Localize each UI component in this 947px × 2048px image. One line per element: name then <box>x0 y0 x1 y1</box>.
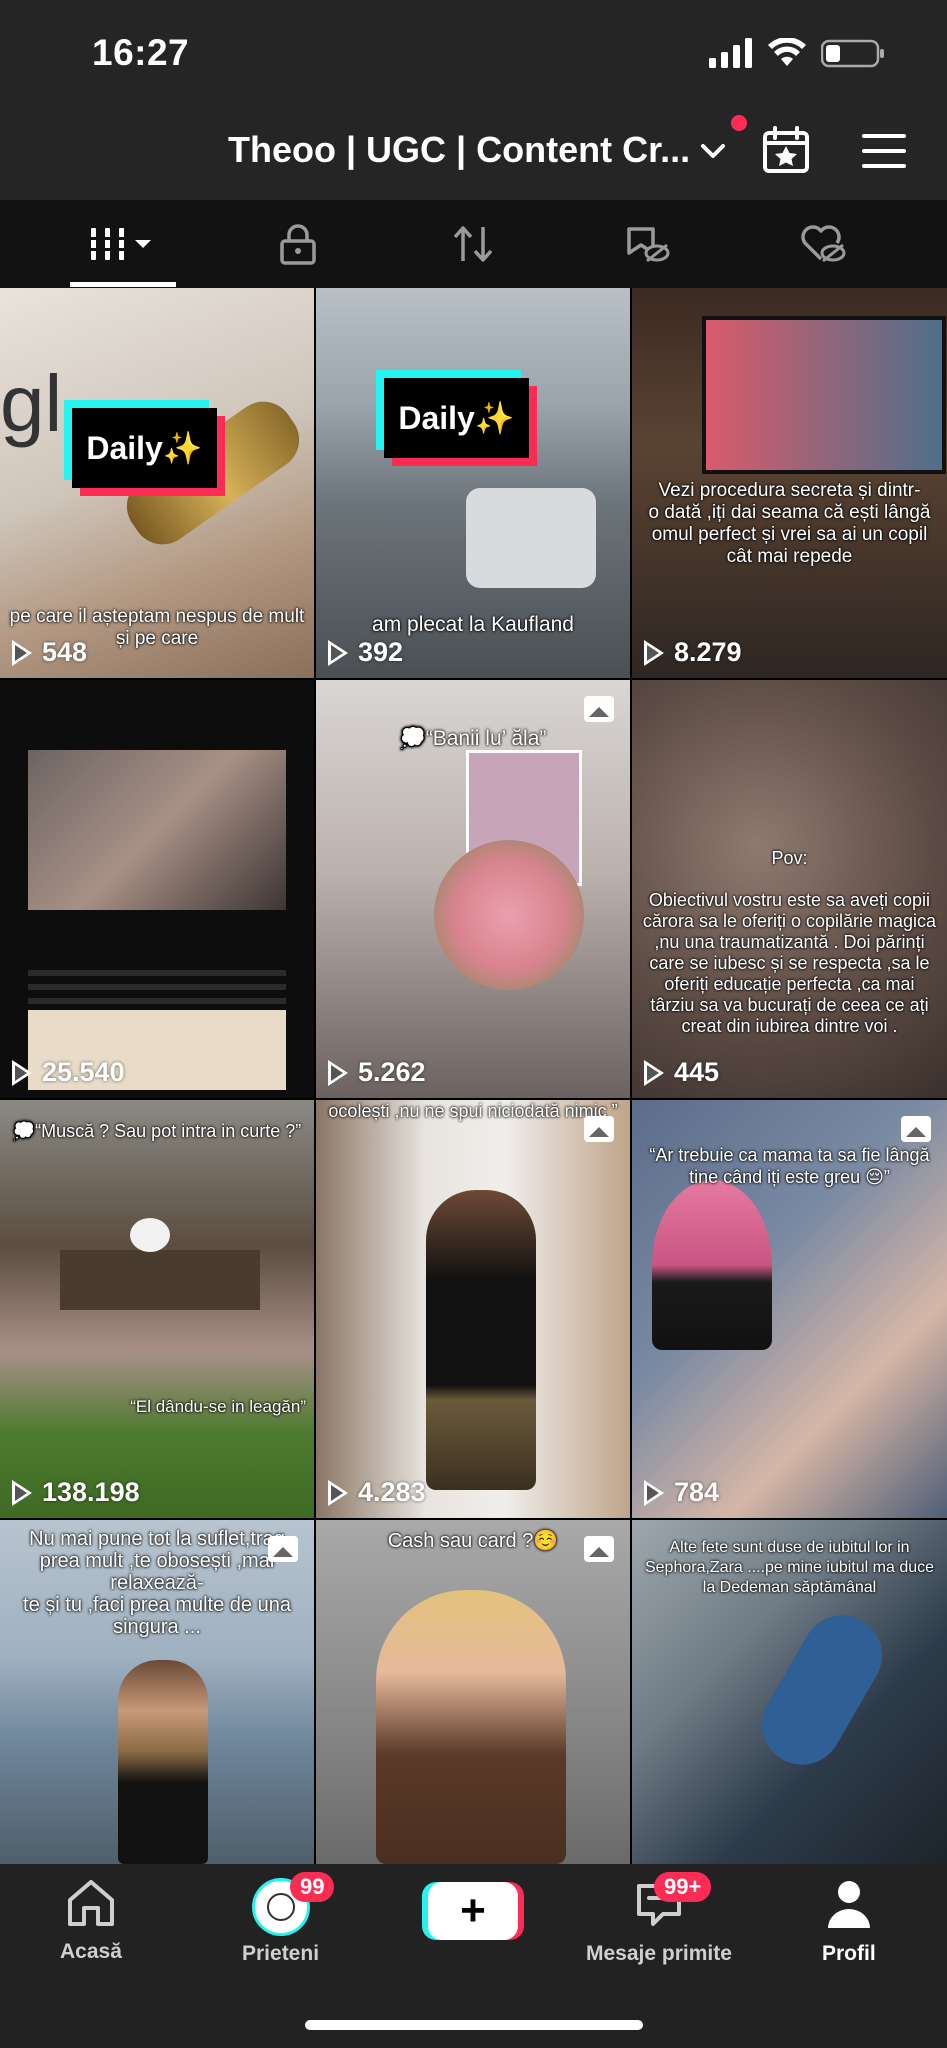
tv-screen <box>702 316 946 474</box>
ice-cream <box>652 1180 772 1350</box>
daily-label: Daily✨ <box>384 378 529 458</box>
view-count: 4.283 <box>328 1477 426 1508</box>
photo-caption: Nu mai pune tot la suflet,trag prea mult… <box>23 1528 291 1638</box>
photo-caption: 💭“Banii lu’ ăla” <box>399 727 547 750</box>
screenshot-image <box>28 750 286 910</box>
status-time: 16:27 <box>92 32 190 73</box>
wifi-icon <box>768 38 806 66</box>
status-icons <box>709 38 885 68</box>
view-count: 5.262 <box>328 1057 426 1088</box>
video-thumbnail[interactable]: gl Daily✨ pe care il așteptam nespus de … <box>0 288 314 678</box>
photo-thumbnail[interactable]: Cash sau card ?☺️ <box>316 1520 630 1864</box>
photo-thumbnail[interactable]: ocolești ,nu ne spui niciodată nimic ” 4… <box>316 1100 630 1518</box>
person <box>376 1590 566 1864</box>
video-thumbnail[interactable]: Daily✨ am plecat la Kaufland 392 <box>316 288 630 678</box>
view-count: 445 <box>644 1057 719 1088</box>
nav-profile[interactable]: Profil <box>822 1878 876 1966</box>
dog <box>130 1218 170 1252</box>
play-icon <box>644 639 664 666</box>
cellular-signal-icon <box>709 38 752 68</box>
home-icon <box>67 1880 114 1926</box>
view-count: 784 <box>644 1477 719 1508</box>
person <box>426 1190 536 1490</box>
nav-inbox-label: Mesaje primite <box>586 1942 732 1965</box>
video-caption: Pov: Obiectivul vostru este sa aveți cop… <box>642 848 937 1036</box>
view-count: 548 <box>12 637 87 668</box>
photo-icon <box>584 1536 614 1562</box>
view-count: 25.540 <box>12 1057 125 1088</box>
grid-icon <box>87 228 151 260</box>
tab-reposts[interactable] <box>393 200 553 288</box>
photo-icon <box>584 696 614 722</box>
repost-icon <box>453 226 493 262</box>
tab-private[interactable] <box>218 200 378 288</box>
battery-icon <box>821 39 884 68</box>
rose-bouquet <box>434 840 584 990</box>
photo-icon <box>268 1536 298 1562</box>
video-caption: am plecat la Kaufland <box>372 613 574 636</box>
video-caption: Vezi procedura secreta și dintr- o dată … <box>648 480 931 567</box>
brand-letters: gl <box>0 359 63 448</box>
play-icon <box>328 1479 348 1506</box>
video-thumbnail[interactable]: 25.540 <box>0 680 314 1098</box>
notification-dot <box>731 115 747 131</box>
create-post-button[interactable]: + <box>428 1882 518 1940</box>
profile-icon <box>827 1881 870 1928</box>
active-tab-indicator <box>70 282 176 287</box>
photo-caption: Cash sau card ?☺️ <box>387 1530 559 1552</box>
video-caption: 💭“Muscă ? Sau pot intra in curte ?” <box>12 1121 302 1141</box>
lock-icon <box>280 224 316 265</box>
calendar-star-icon[interactable] <box>762 126 810 174</box>
car <box>466 488 596 588</box>
bookmark-hidden-icon <box>627 227 670 263</box>
play-icon <box>644 1479 664 1506</box>
tab-favorites[interactable] <box>568 200 728 288</box>
play-icon <box>12 639 32 666</box>
play-icon <box>644 1059 664 1086</box>
play-icon <box>328 1059 348 1086</box>
view-count: 138.198 <box>12 1477 140 1508</box>
swing-bench <box>60 1250 260 1310</box>
video-caption-2: “El dându-se in leagăn” <box>130 1397 306 1416</box>
photo-thumbnail[interactable]: Nu mai pune tot la suflet,trag prea mult… <box>0 1520 314 1864</box>
chevron-down-icon[interactable] <box>700 143 726 161</box>
home-indicator <box>305 2020 643 2030</box>
photo-thumbnail[interactable]: 💭“Banii lu’ ăla” 5.262 <box>316 680 630 1098</box>
status-bar: 16:27 <box>0 0 947 105</box>
photo-caption: “Ar trebuie ca mama ta sa fie lângă tine… <box>649 1145 930 1187</box>
account-switcher[interactable]: Theoo | UGC | Content Cr... <box>228 129 690 171</box>
hamburger-menu-icon[interactable] <box>862 134 906 168</box>
view-count: 392 <box>328 637 403 668</box>
profile-tabs <box>0 200 947 288</box>
tab-liked[interactable] <box>743 200 903 288</box>
plus-icon: + <box>460 1886 486 1935</box>
photo-icon <box>584 1116 614 1142</box>
daily-label: Daily✨ <box>72 408 217 488</box>
nav-profile-label: Profil <box>822 1942 876 1965</box>
video-thumbnail[interactable]: 💭“Muscă ? Sau pot intra in curte ?” “El … <box>0 1100 314 1518</box>
photo-thumbnail[interactable]: “Ar trebuie ca mama ta sa fie lângă tine… <box>632 1100 947 1518</box>
video-thumbnail[interactable]: Alte fete sunt duse de iubitul lor in Se… <box>632 1520 947 1864</box>
friends-badge: 99 <box>290 1872 335 1902</box>
video-thumbnail[interactable]: Vezi procedura secreta și dintr- o dată … <box>632 288 947 678</box>
nav-friends-label: Prieteni <box>242 1942 320 1965</box>
play-icon <box>12 1059 32 1086</box>
inbox-badge: 99+ <box>654 1872 712 1902</box>
photo-caption: ocolești ,nu ne spui niciodată nimic ” <box>328 1101 618 1121</box>
video-grid: gl Daily✨ pe care il așteptam nespus de … <box>0 288 947 1864</box>
play-icon <box>328 639 348 666</box>
nav-home[interactable]: Acasă <box>60 1878 122 1964</box>
video-thumbnail[interactable]: Pov: Obiectivul vostru este sa aveți cop… <box>632 680 947 1098</box>
heart-hidden-icon <box>801 225 846 263</box>
play-icon <box>12 1479 32 1506</box>
tab-videos[interactable] <box>43 200 203 288</box>
view-count: 8.279 <box>644 637 742 668</box>
video-caption: Alte fete sunt duse de iubitul lor in Se… <box>644 1539 935 1596</box>
photo-icon <box>901 1116 931 1142</box>
person <box>118 1660 208 1864</box>
nav-home-label: Acasă <box>60 1940 122 1963</box>
